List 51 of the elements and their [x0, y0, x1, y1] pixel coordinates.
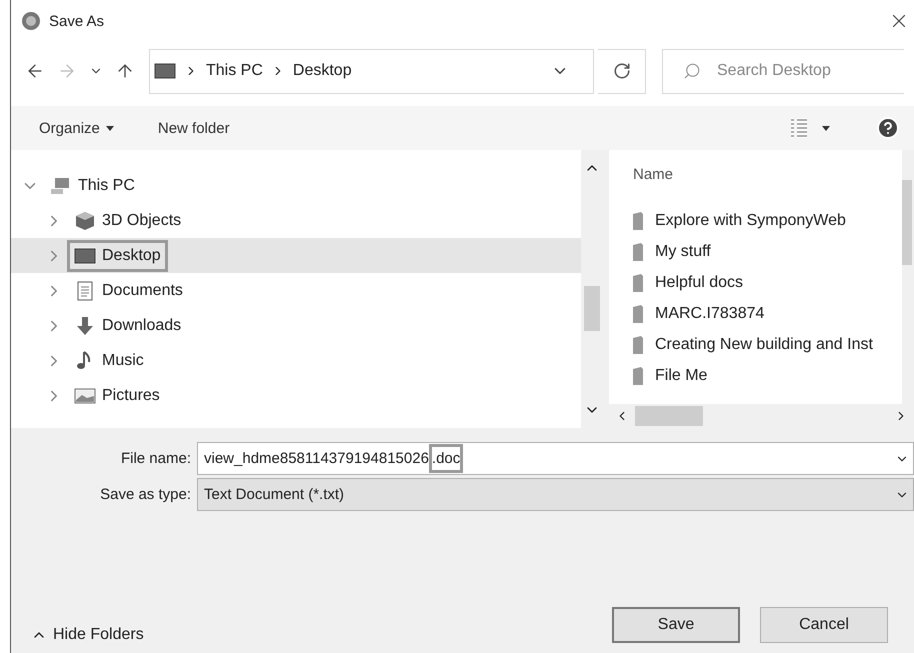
scrollbar-thumb[interactable] [635, 406, 703, 426]
save-as-type-label: Save as type: [99, 486, 192, 503]
app-icon [21, 11, 41, 31]
breadcrumb[interactable]: Desktop [292, 62, 352, 80]
list-view-icon [790, 118, 808, 138]
computer-icon [50, 176, 72, 196]
monitor-icon [74, 246, 96, 266]
folder-icon [633, 212, 643, 230]
tree-item[interactable]: Documents [67, 274, 190, 306]
folder-icon [633, 242, 643, 260]
tree-item[interactable]: Pictures [67, 380, 167, 412]
save-button[interactable]: Save [612, 607, 740, 643]
refresh-icon [612, 62, 630, 80]
file-name[interactable]: MARC.I783874 [655, 304, 764, 322]
organize-menu-button[interactable]: Organize [37, 116, 116, 140]
cancel-button[interactable]: Cancel [760, 607, 888, 643]
new-folder-button[interactable]: New folder [156, 116, 232, 140]
file-name-label: File name: [120, 450, 192, 467]
scrollbar-thumb[interactable] [902, 180, 912, 265]
tree-item[interactable]: Desktop [67, 240, 168, 272]
hide-folders-button[interactable]: Hide Folders [25, 625, 150, 645]
file-name[interactable]: Helpful docs [655, 274, 744, 292]
download-icon [74, 316, 96, 336]
folder-icon [633, 274, 643, 292]
caret-icon [822, 126, 830, 130]
file-name[interactable]: File Me [655, 366, 708, 384]
help-icon [876, 116, 900, 140]
tree-item[interactable]: This PC [43, 170, 142, 202]
file-name[interactable]: Creating New building and Inst [655, 336, 873, 354]
window-title: Save As [49, 12, 106, 30]
tree-item[interactable]: Music [67, 344, 151, 376]
search-icon [683, 62, 701, 80]
folder-icon [633, 336, 643, 354]
refresh-button[interactable] [598, 48, 646, 94]
save-as-type-dropdown[interactable]: Text Document (*.txt) [197, 478, 914, 511]
tree-item[interactable]: Downloads [67, 310, 188, 342]
caret-icon [106, 126, 114, 130]
cube-icon [74, 210, 96, 230]
folder-icon [633, 304, 643, 322]
breadcrumb[interactable]: This PC [206, 62, 263, 80]
file-name[interactable]: Explore with SymponyWeb [655, 212, 846, 230]
scrollbar-thumb[interactable] [584, 286, 600, 331]
file-name[interactable]: My stuff [655, 242, 711, 260]
picture-icon [74, 386, 96, 406]
name-column-header[interactable]: Name [633, 166, 902, 183]
file-name-field[interactable]: view_hdme858114379194815026 .doc [197, 442, 914, 475]
monitor-icon [154, 61, 176, 81]
scrollbar[interactable] [902, 150, 914, 404]
folder-icon [633, 366, 643, 384]
tree-item[interactable]: 3D Objects [67, 204, 188, 236]
search-field[interactable]: Search Desktop [662, 48, 904, 94]
